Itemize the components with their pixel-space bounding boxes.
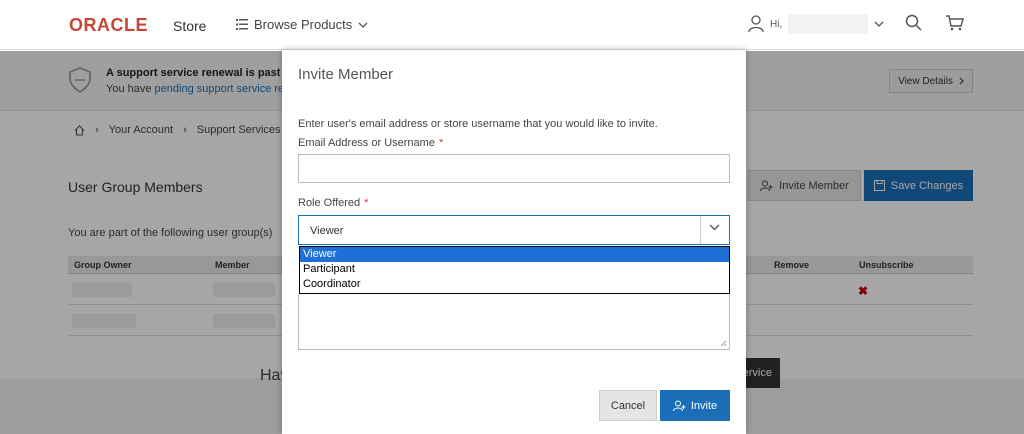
email-field[interactable] — [298, 154, 730, 183]
store-label[interactable]: Store — [173, 18, 206, 34]
cancel-button[interactable]: Cancel — [599, 390, 657, 421]
role-option-viewer[interactable]: Viewer — [300, 247, 729, 262]
required-mark: * — [438, 137, 444, 149]
required-mark: * — [364, 197, 369, 209]
invite-button[interactable]: Invite — [660, 390, 730, 421]
role-dropdown-list: Viewer Participant Coordinator — [299, 246, 730, 294]
dialog-title: Invite Member — [298, 66, 394, 83]
search-icon[interactable] — [905, 14, 923, 32]
chevron-down-icon — [358, 22, 368, 28]
role-label: Role Offered * — [298, 197, 369, 209]
user-icon — [748, 15, 764, 33]
chevron-down-icon — [709, 224, 720, 231]
resize-handle-icon[interactable] — [720, 340, 727, 347]
invite-label: Invite — [690, 399, 718, 412]
role-select-value: Viewer — [310, 225, 344, 237]
cart-icon[interactable] — [945, 14, 965, 32]
role-option-coordinator[interactable]: Coordinator — [300, 277, 729, 292]
user-name-blurred — [788, 14, 869, 34]
add-user-icon — [672, 400, 686, 411]
email-label: Email Address or Username * — [298, 137, 444, 149]
oracle-logo[interactable]: ORACLE — [69, 15, 148, 36]
browse-products-label: Browse Products — [254, 17, 353, 32]
list-icon — [236, 19, 248, 30]
message-textarea[interactable] — [298, 294, 730, 350]
chevron-down-icon — [874, 21, 884, 27]
user-menu[interactable]: Hi, — [748, 14, 884, 34]
select-divider — [700, 216, 701, 244]
role-select[interactable]: Viewer — [298, 215, 730, 245]
user-greeting: Hi, — [770, 18, 783, 30]
site-header: ORACLE Store Browse Products Hi, — [0, 0, 1024, 50]
dialog-description: Enter user's email address or store user… — [298, 118, 658, 130]
invite-member-dialog: Invite Member Enter user's email address… — [282, 50, 746, 434]
role-option-participant[interactable]: Participant — [300, 262, 729, 277]
browse-products-menu[interactable]: Browse Products — [236, 17, 368, 32]
